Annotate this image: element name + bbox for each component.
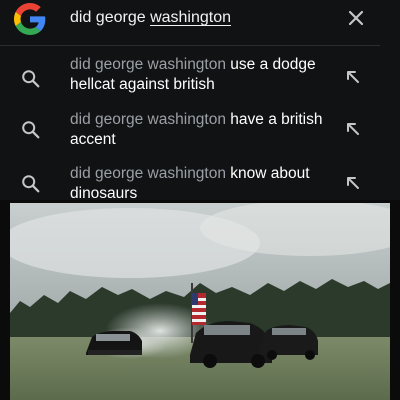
arrow-up-left-icon[interactable] [345, 69, 361, 85]
suggestion-item[interactable]: did george washington use a dodge hellca… [0, 55, 400, 107]
suggestion-text: did george washington have a british acc… [70, 110, 338, 150]
arrow-up-left-icon[interactable] [345, 175, 361, 191]
google-g-logo [14, 3, 46, 35]
video-still-image [10, 203, 390, 400]
suggestion-prefix: did george washington [70, 111, 231, 128]
divider [0, 45, 380, 46]
suggestion-text: did george washington use a dodge hellca… [70, 55, 338, 95]
search-icon [22, 70, 40, 88]
search-icon [22, 175, 40, 193]
suggestion-text: did george washington know about dinosau… [70, 164, 338, 200]
suggestion-prefix: did george washington [70, 165, 231, 182]
query-prefix: did george [70, 9, 151, 26]
close-icon[interactable] [342, 4, 370, 32]
arrow-up-left-icon[interactable] [345, 121, 361, 137]
suggestion-item[interactable]: did george washington know about dinosau… [0, 164, 400, 200]
search-icon [22, 121, 40, 139]
car-center [190, 321, 272, 368]
car-right [260, 325, 318, 360]
search-panel: did george washington did george washing… [0, 0, 400, 200]
search-query-text[interactable]: did george washington [70, 7, 231, 29]
query-underlined-word: washington [150, 9, 232, 26]
search-bar[interactable]: did george washington [0, 0, 400, 38]
suggestion-item[interactable]: did george washington have a british acc… [0, 110, 400, 162]
american-flag [192, 293, 206, 325]
suggestion-prefix: did george washington [70, 56, 231, 73]
